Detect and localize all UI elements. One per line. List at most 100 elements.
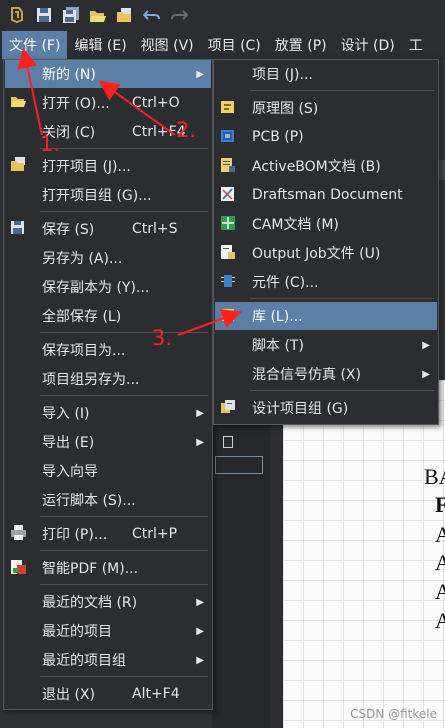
menu-edit[interactable]: 编辑 (E) [67, 31, 133, 59]
menu-file[interactable]: 文件 (F) [2, 31, 68, 59]
submenu-arrow-icon: ▶ [196, 68, 204, 80]
menu-place[interactable]: 放置 (P) [268, 31, 334, 59]
new-submenu-item[interactable]: Draftsman Document [215, 181, 437, 209]
design-group-icon [220, 399, 237, 416]
file-menu-item-label: 新的 (N) [42, 67, 96, 83]
new-submenu-item-label: CAM文档 (M) [252, 217, 339, 233]
shortcut-label: Alt+F4 [132, 686, 180, 702]
new-submenu-item[interactable]: PCB (P) [215, 123, 437, 151]
file-menu-item[interactable]: 新的 (N) ▶ [5, 60, 211, 88]
output-job-icon [220, 244, 237, 261]
new-submenu-item[interactable]: 库 (L)... [215, 302, 437, 330]
file-menu-item[interactable]: 智能PDF (M)... [5, 554, 211, 582]
file-menu-item[interactable]: 导入向导 [5, 457, 211, 485]
file-menu-item[interactable]: 保存项目为... [5, 336, 211, 364]
open-project-icon [10, 157, 27, 174]
new-submenu-item[interactable]: ActiveBOM文档 (B) [215, 152, 437, 180]
new-submenu-item[interactable]: 脚本 (T) ▶ [215, 331, 437, 359]
document-text-line: A [435, 608, 445, 633]
toolbar [0, 0, 445, 30]
new-submenu-item[interactable]: 混合信号仿真 (X) ▶ [215, 360, 437, 388]
file-menu-item-label: 导出 (E) [42, 435, 95, 451]
submenu-arrow-icon: ▶ [422, 339, 430, 351]
submenu-arrow-icon: ▶ [196, 596, 204, 608]
submenu-arrow-icon: ▶ [196, 625, 204, 637]
pcb-icon [220, 128, 237, 145]
new-submenu-item[interactable]: 元件 (C)... [215, 268, 437, 296]
document-text-line: BA [424, 464, 445, 489]
file-menu-item[interactable]: 最近的项目组 ▶ [5, 646, 211, 674]
undo-icon[interactable] [138, 2, 165, 28]
new-submenu-item-label: 设计项目组 (G) [252, 401, 349, 417]
file-menu-item[interactable]: 运行脚本 (S)... [5, 486, 211, 514]
new-submenu-item-label: 库 (L)... [252, 309, 303, 325]
submenu-arrow-icon: ▶ [422, 368, 430, 380]
file-menu-item[interactable]: 打开项目组 (G)... [5, 181, 211, 209]
smart-pdf-icon [10, 559, 27, 576]
new-submenu-item[interactable]: Output Job文件 (U) [215, 239, 437, 267]
file-menu-item[interactable]: 退出 (X) Alt+F4 [5, 680, 211, 708]
file-menu-dropdown: 新的 (N) ▶ 打开 (O)... Ctrl+O 关闭 (C) Ctrl+F4 打开项目 … [3, 59, 213, 710]
save-icon[interactable] [30, 2, 57, 28]
library-icon [220, 307, 237, 324]
submenu-arrow-icon: ▶ [196, 654, 204, 666]
print-icon [10, 525, 27, 542]
new-submenu-item[interactable]: 设计项目组 (G) [215, 394, 437, 422]
open-folder-icon[interactable] [84, 2, 111, 28]
file-menu-item-label: 运行脚本 (S)... [42, 493, 136, 509]
file-menu-item[interactable]: 导入 (I) ▶ [5, 399, 211, 427]
annotation-step-1: 1. [40, 132, 61, 156]
file-menu-item-label: 保存 (S) [42, 222, 95, 238]
submenu-arrow-icon: ▶ [196, 436, 204, 448]
menu-bar: 文件 (F) 编辑 (E) 视图 (V) 项目 (C) 放置 (P) 设计 (D… [0, 30, 445, 60]
file-menu-item[interactable]: 保存 (S) Ctrl+S [5, 215, 211, 243]
file-menu-item-label: 智能PDF (M)... [42, 561, 139, 577]
app-logo-icon[interactable] [3, 2, 30, 28]
new-submenu-item-label: ActiveBOM文档 (B) [252, 159, 381, 175]
save-all-icon[interactable] [57, 2, 84, 28]
file-menu-item-label: 保存项目为... [42, 343, 126, 359]
file-menu-item-label: 打开项目 (J)... [42, 159, 131, 175]
new-submenu-item[interactable]: 原理图 (S) [215, 94, 437, 122]
new-submenu-item-label: Output Job文件 (U) [252, 246, 381, 262]
file-menu-item-label: 最近的项目组 [42, 653, 126, 669]
panel-field[interactable] [215, 456, 263, 474]
file-menu-item[interactable]: 最近的项目 ▶ [5, 617, 211, 645]
document-canvas: BA F A A A A [283, 380, 445, 728]
menu-separator [40, 211, 208, 212]
new-submenu-item-label: 脚本 (T) [252, 338, 304, 354]
file-menu-item[interactable]: 保存副本为 (Y)... [5, 273, 211, 301]
file-menu-item[interactable]: 打印 (P)... Ctrl+P [5, 520, 211, 548]
file-menu-item[interactable]: 最近的文档 (R) ▶ [5, 588, 211, 616]
menu-separator [40, 516, 208, 517]
menu-separator [250, 298, 434, 299]
new-submenu: 项目 (J)... 原理图 (S) PCB (P) ActiveBOM文档 (B) Dr… [213, 59, 439, 425]
file-menu-item[interactable]: 打开 (O)... Ctrl+O [5, 89, 211, 117]
menu-view[interactable]: 视图 (V) [134, 31, 201, 59]
menu-tools[interactable]: 工 [402, 31, 430, 59]
new-submenu-item[interactable]: CAM文档 (M) [215, 210, 437, 238]
shortcut-label: Ctrl+S [132, 221, 178, 237]
menu-separator [250, 90, 434, 91]
file-menu-item[interactable]: 打开项目 (J)... [5, 152, 211, 180]
file-menu-item-label: 打印 (P)... [42, 527, 108, 543]
file-menu-item[interactable]: 导出 (E) ▶ [5, 428, 211, 456]
menu-design[interactable]: 设计 (D) [334, 31, 402, 59]
open-project-icon[interactable] [111, 2, 138, 28]
open-folder-icon [10, 94, 27, 111]
file-menu-item-label: 全部保存 (L) [42, 309, 122, 325]
new-submenu-item-label: 混合信号仿真 (X) [252, 367, 361, 383]
new-submenu-item-label: 项目 (J)... [252, 67, 313, 83]
file-menu-item-label: 最近的项目 [42, 624, 112, 640]
new-submenu-item[interactable]: 项目 (J)... [215, 60, 437, 88]
file-menu-item[interactable]: 项目组另存为... [5, 365, 211, 393]
document-text-line: F [435, 492, 445, 517]
redo-icon[interactable] [165, 2, 192, 28]
file-menu-item-label: 最近的文档 (R) [42, 595, 138, 611]
file-menu-item[interactable]: 另存为 (A)... [5, 244, 211, 272]
file-menu-item-label: 导入 (I) [42, 406, 90, 422]
menu-separator [40, 148, 208, 149]
menu-project[interactable]: 项目 (C) [201, 31, 268, 59]
draftsman-icon [220, 186, 237, 203]
file-menu-item[interactable]: 全部保存 (L) [5, 302, 211, 330]
